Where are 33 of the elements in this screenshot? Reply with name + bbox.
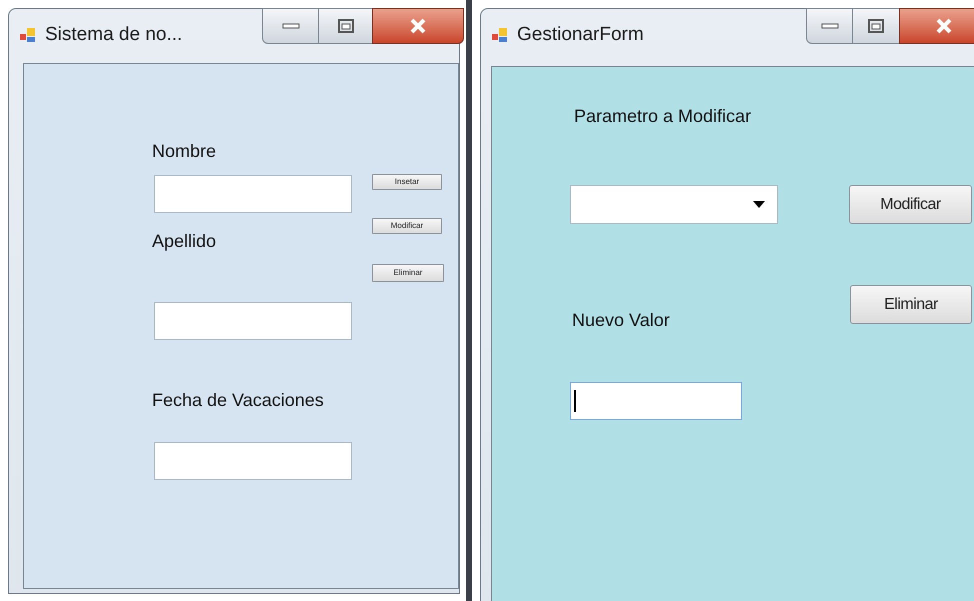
minimize-icon xyxy=(820,23,838,29)
text-field[interactable] xyxy=(154,175,352,213)
dropdown-field[interactable] xyxy=(570,185,778,224)
app-icon xyxy=(19,26,37,44)
window-title: Sistema de no... xyxy=(45,23,182,47)
maximize-icon xyxy=(868,19,884,33)
close-icon xyxy=(409,18,427,34)
form-button[interactable]: Insetar xyxy=(372,174,442,190)
close-button[interactable] xyxy=(899,8,974,44)
text-field[interactable] xyxy=(570,382,742,420)
field-label: Parametro a Modificar xyxy=(574,105,752,128)
form-button[interactable]: Eliminar xyxy=(850,285,972,324)
app-icon xyxy=(491,26,509,44)
field-label: Fecha de Vacaciones xyxy=(152,389,324,412)
window-title: GestionarForm xyxy=(517,23,644,47)
close-icon xyxy=(935,18,953,34)
field-label: Nombre xyxy=(152,140,216,163)
field-label: Nuevo Valor xyxy=(572,309,670,332)
field-label: Apellido xyxy=(152,230,216,253)
maximize-button[interactable] xyxy=(319,8,372,44)
maximize-button[interactable] xyxy=(853,8,899,44)
text-cursor xyxy=(574,390,576,412)
minimize-button[interactable] xyxy=(262,8,319,44)
maximize-icon xyxy=(338,19,354,33)
form-button[interactable]: Modificar xyxy=(372,218,442,234)
form-button[interactable]: Modificar xyxy=(849,185,972,224)
minimize-button[interactable] xyxy=(806,8,853,44)
text-field[interactable] xyxy=(154,302,352,340)
form-button[interactable]: Eliminar xyxy=(372,264,444,282)
minimize-icon xyxy=(282,23,300,29)
text-field[interactable] xyxy=(154,442,352,480)
dropdown-arrow-icon xyxy=(753,201,765,208)
close-button[interactable] xyxy=(372,8,464,44)
